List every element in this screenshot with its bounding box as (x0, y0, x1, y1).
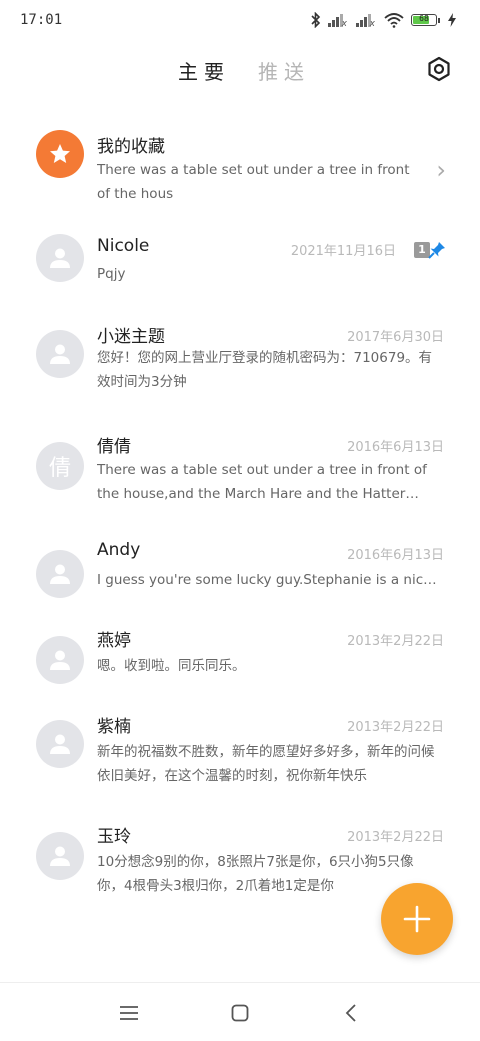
avatar (36, 832, 84, 880)
star-icon (50, 144, 70, 163)
message-date: 2013年2月22日 (347, 634, 444, 649)
message-preview: There was a table set out under a tree i… (97, 462, 427, 502)
system-nav-bar (0, 982, 480, 1041)
message-preview: Pqjy (97, 266, 126, 282)
person-icon (50, 248, 70, 268)
home-icon (231, 1004, 249, 1022)
signal-icon-2: x (356, 13, 375, 29)
menu-icon (120, 1006, 138, 1020)
header: 主要 推送 (0, 40, 480, 100)
pin-icon (428, 242, 445, 259)
message-preview: 嗯。收到啦。同乐同乐。 (97, 658, 246, 674)
signal-icon: x (328, 13, 347, 29)
avatar: 倩 (36, 442, 84, 490)
list-item[interactable]: Nicole 2021年11月16日 1 Pqjy (0, 214, 480, 310)
contact-name: 紫楠 (97, 717, 131, 737)
list-item[interactable]: Andy 2016年6月13日 I guess you're some luck… (0, 530, 480, 616)
list-item[interactable]: 小迷主题 2017年6月30日 您好！您的网上营业厅登录的随机密码为：71067… (0, 310, 480, 420)
contact-name: 我的收藏 (97, 137, 165, 157)
avatar-letter: 倩 (48, 456, 71, 481)
person-icon (50, 734, 70, 754)
message-preview: There was a table set out under a tree i… (97, 162, 410, 202)
status-time: 17:01 (20, 12, 63, 28)
status-icons: x x 68 (310, 10, 456, 30)
back-button[interactable] (339, 1001, 363, 1025)
contact-name: 小迷主题 (97, 327, 165, 347)
message-preview: 10分想念9别的你，8张照片7张是你，6只小狗5只像你，4根骨头3根归你，2爪着… (97, 854, 414, 894)
avatar (36, 636, 84, 684)
compose-button[interactable] (381, 883, 453, 955)
contact-name: Andy (97, 540, 141, 560)
avatar (36, 330, 84, 378)
wifi-icon (384, 13, 404, 28)
person-icon (50, 650, 70, 670)
home-button[interactable] (228, 1001, 252, 1025)
back-icon (345, 1004, 356, 1022)
avatar (36, 234, 84, 282)
avatar (36, 720, 84, 768)
contact-name: 燕婷 (97, 631, 131, 651)
message-preview: 您好！您的网上营业厅登录的随机密码为：710679。有效时间为3分钟 (97, 350, 433, 390)
message-date: 2013年2月22日 (347, 830, 444, 845)
list-item-favorites[interactable]: 我的收藏 There was a table set out under a t… (0, 110, 480, 214)
list-item[interactable]: 燕婷 2013年2月22日 嗯。收到啦。同乐同乐。 (0, 616, 480, 702)
message-date: 2017年6月30日 (347, 330, 444, 345)
contact-name: Nicole (97, 236, 150, 256)
person-icon (50, 564, 70, 584)
contact-name: 玉玲 (97, 827, 131, 847)
status-bar: 17:01 x x 68 (0, 0, 480, 40)
message-date: 2016年6月13日 (347, 548, 444, 563)
settings-icon[interactable] (426, 56, 452, 82)
message-preview: I guess you're some lucky guy.Stephanie … (97, 572, 439, 588)
contact-name: 倩倩 (97, 437, 131, 457)
menu-button[interactable] (117, 1001, 141, 1025)
tab-push[interactable]: 推送 (258, 56, 310, 85)
list-item[interactable]: 倩 倩倩 2016年6月13日 There was a table set ou… (0, 420, 480, 530)
message-date: 2013年2月22日 (347, 720, 444, 735)
message-date: 2016年6月13日 (347, 440, 444, 455)
list-item[interactable]: 紫楠 2013年2月22日 新年的祝福数不胜数，新年的愿望好多好多，新年的问候依… (0, 702, 480, 814)
avatar (36, 550, 84, 598)
plus-icon (403, 905, 431, 933)
bluetooth-icon (311, 12, 321, 28)
battery-level: 68 (419, 14, 429, 23)
chevron-right-icon: › (436, 156, 446, 184)
person-icon (50, 846, 70, 866)
conversation-list: 我的收藏 There was a table set out under a t… (0, 110, 480, 904)
avatar (36, 130, 84, 178)
person-icon (50, 344, 70, 364)
message-date: 2021年11月16日 (290, 244, 396, 259)
message-preview: 新年的祝福数不胜数，新年的愿望好多好多，新年的问候依旧美好，在这个温馨的时刻，祝… (97, 744, 435, 784)
charging-icon (448, 13, 456, 27)
tab-main[interactable]: 主要 (178, 56, 230, 85)
battery-icon: 68 (411, 14, 440, 26)
